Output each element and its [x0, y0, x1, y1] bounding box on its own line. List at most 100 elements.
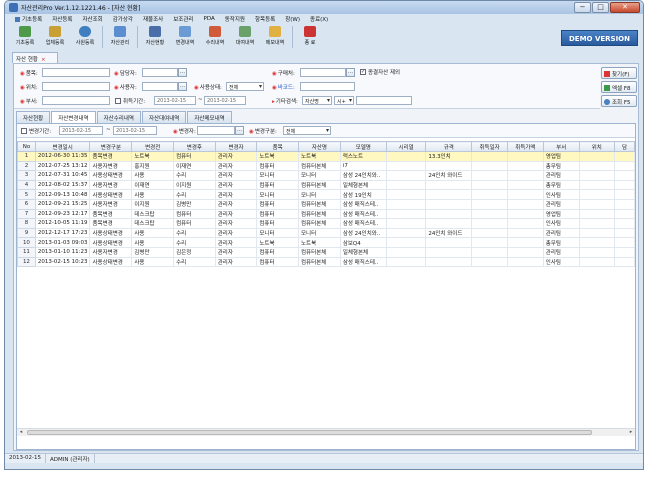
table-row[interactable]: 6 2012-09-21 15:25 사용자변경 이지원 김병만 관리자 컴퓨터 컴퓨터본체 삼…	[17, 198, 635, 210]
purchaser-lookup-button[interactable]: …	[346, 68, 355, 77]
table-row[interactable]: 9 2012-12-17 17:23 사용상태변경 사용 수리 관리자 모니터 모니터 삼성 2…	[17, 227, 635, 239]
item-input[interactable]	[42, 68, 110, 77]
table-cell	[578, 218, 616, 229]
change-date-to[interactable]: 2013-02-15	[113, 126, 157, 135]
menu-asset-register[interactable]: 자산등록	[47, 15, 77, 23]
location-input[interactable]	[42, 82, 110, 91]
user-lookup-button[interactable]: …	[178, 82, 187, 91]
excel-button[interactable]: 엑셀 F8	[601, 81, 637, 93]
manager-input[interactable]	[142, 68, 178, 77]
tab-change-history[interactable]: 자산변경내역	[51, 111, 96, 123]
exclude-disposed-checkbox[interactable]: ✓	[360, 69, 366, 75]
table-cell	[578, 256, 616, 268]
table-cell: 관리자	[214, 170, 258, 181]
changer-input[interactable]	[197, 126, 235, 135]
search-button[interactable]: 찾기(F)	[601, 67, 637, 79]
column-header[interactable]: 자산명	[298, 141, 341, 152]
column-header[interactable]: 취득일자	[471, 141, 508, 152]
horizontal-scrollbar[interactable]: ◂ ▸	[17, 428, 635, 436]
status-select[interactable]: 전체	[226, 82, 264, 91]
table-row[interactable]: 1 2012-06-30 11:35 품목변경 노트북 컴퓨터 관리자 노트북 노트북 럭스노트…	[17, 151, 635, 162]
manager-lookup-button[interactable]: …	[178, 68, 187, 77]
column-header[interactable]: 변경자	[214, 141, 258, 152]
table-row[interactable]: 7 2012-09-23 12:17 품목변경 데스크탑 컴퓨터 관리자 컴퓨터 컴퓨터본체 삼…	[17, 208, 635, 220]
table-cell	[425, 179, 473, 191]
tab-asset-status[interactable]: 자산현황	[16, 111, 51, 123]
table-row[interactable]: 5 2012-09-13 10:48 사용상태변경 사용 수리 관리자 모니터 모니터 삼성 1…	[17, 189, 635, 200]
table-row[interactable]: 4 2012-08-02 15:37 사용자변경 이재연 이지원 관리자 컴퓨터 컴퓨터본체 일…	[17, 179, 635, 191]
menu-aux[interactable]: 보조관리	[168, 15, 198, 23]
changer-lookup-button[interactable]: …	[235, 126, 244, 135]
menu-basic[interactable]: 기초등록	[10, 15, 47, 23]
tb-change-history-button[interactable]: 변경내역	[170, 24, 200, 51]
column-header[interactable]: No	[17, 141, 36, 152]
tab-memo-history[interactable]: 자산메모내역	[187, 111, 232, 123]
purchaser-input[interactable]	[300, 68, 346, 77]
table-row[interactable]: 2 2012-07-25 13:12 사용자변경 홍지원 이재연 관리자 컴퓨터 컴퓨터본체 i…	[17, 160, 635, 172]
table-row[interactable]: 3 2012-07-31 10:45 사용상태변경 사용 수리 관리자 모니터 모니터 삼성 2…	[17, 170, 635, 181]
menu-items[interactable]: 항목등록	[250, 15, 280, 23]
tb-rental-history-button[interactable]: 대여내역	[230, 24, 260, 51]
toolbar-separator	[102, 26, 103, 48]
table-cell	[471, 198, 508, 210]
column-header[interactable]: 변경일시	[34, 141, 91, 152]
acq-period-checkbox[interactable]	[115, 98, 121, 104]
column-header[interactable]: 부서	[542, 141, 580, 152]
change-period-checkbox[interactable]	[21, 128, 27, 134]
table-row[interactable]: 11 2013-01-10 11:23 사용자변경 김병만 김은정 관리자 컴퓨터 컴퓨터본체…	[17, 246, 635, 258]
scroll-right-icon[interactable]: ▸	[627, 429, 635, 436]
column-header[interactable]: 담	[614, 141, 635, 152]
change-date-from[interactable]: 2013-02-15	[59, 126, 103, 135]
column-header[interactable]: 시리얼	[385, 141, 427, 152]
acq-date-from[interactable]: 2013-02-15	[154, 96, 196, 105]
change-type-select[interactable]: 전체	[283, 126, 331, 135]
table-row[interactable]: 8 2012-10-05 11:19 품목변경 데스크탑 컴퓨터 관리자 컴퓨터 컴퓨터본체 삼…	[17, 218, 635, 229]
tab-rental-history[interactable]: 자산대여내역	[142, 111, 187, 123]
tb-asset-manage-button[interactable]: 자산관리	[105, 24, 135, 51]
maximize-button[interactable]: □	[592, 2, 609, 13]
column-header[interactable]: 취득가액	[507, 141, 544, 152]
column-header[interactable]: 변경전	[131, 141, 175, 152]
scroll-left-icon[interactable]: ◂	[17, 429, 25, 436]
table-row[interactable]: 12 2013-02-15 10:23 사용상태변경 사용 수리 관리자 컴퓨터 컴퓨터본체 삼…	[17, 256, 635, 268]
table-cell	[614, 151, 635, 162]
barcode-input[interactable]	[300, 82, 355, 91]
other-search-op-select[interactable]: 시+	[334, 96, 354, 105]
column-header[interactable]: 변경후	[173, 141, 216, 152]
tab-repair-history[interactable]: 자산수리내역	[96, 111, 141, 123]
query-button[interactable]: 조회 F5	[601, 95, 637, 107]
acq-date-to[interactable]: 2013-02-15	[204, 96, 246, 105]
column-header[interactable]: 변경구분	[89, 141, 133, 152]
document-tab[interactable]: 자산 현황 ×	[12, 52, 58, 63]
app-window: 자산관리Pro Ver.1.12.1221.46 - [자산 현황] − □ ✕…	[4, 0, 644, 470]
tb-asset-status-button[interactable]: 자산현황	[140, 24, 170, 51]
table-row[interactable]: 10 2013-01-03 09:03 사용상태변경 사용 수리 관리자 노트북 노트북 삼보Q…	[17, 237, 635, 248]
column-header[interactable]: 규격	[425, 141, 473, 152]
tb-basic-button[interactable]: 기초등록	[10, 24, 40, 51]
tb-vendor-button[interactable]: 업체등록	[40, 24, 70, 51]
tb-employee-button[interactable]: 사원등록	[70, 24, 100, 51]
tb-repair-history-button[interactable]: 수리내역	[200, 24, 230, 51]
other-search-field-select[interactable]: 자산명	[302, 96, 332, 105]
menu-asset-query[interactable]: 자산조회	[78, 15, 108, 23]
tb-memo-history-button[interactable]: 메모내역	[260, 24, 290, 51]
minimize-button[interactable]: −	[574, 2, 591, 13]
menu-depreciation[interactable]: 감가상각	[108, 15, 138, 23]
user-input[interactable]	[142, 82, 178, 91]
close-button[interactable]: ✕	[610, 2, 640, 13]
table-cell	[614, 160, 635, 172]
excel-icon	[604, 85, 610, 91]
menu-pda[interactable]: PDA	[199, 16, 220, 22]
dept-input[interactable]	[42, 96, 110, 105]
menu-inventory[interactable]: 재물조사	[138, 15, 168, 23]
column-header[interactable]: 품목	[256, 141, 299, 152]
menu-support[interactable]: 동작지원	[220, 15, 250, 23]
manager-label-text: 담당자:	[119, 71, 137, 77]
menu-window[interactable]: 창(W)	[280, 15, 305, 23]
column-header[interactable]: 모델명	[339, 141, 387, 152]
scroll-thumb[interactable]	[27, 430, 592, 435]
menu-exit[interactable]: 종료(X)	[305, 15, 333, 23]
tb-exit-button[interactable]: 종 료	[295, 24, 325, 51]
other-search-input[interactable]	[356, 96, 412, 105]
column-header[interactable]: 위치	[578, 141, 616, 152]
